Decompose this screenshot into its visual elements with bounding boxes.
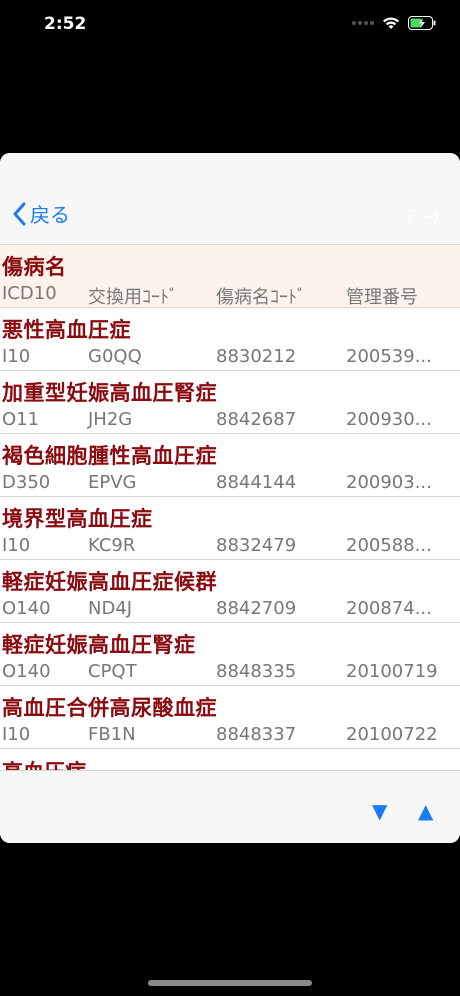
disease-name: 軽症妊娠高血圧症候群 bbox=[2, 570, 217, 594]
icd10-code: O140 bbox=[2, 661, 51, 682]
header-col-disease-code: 傷病名ｺｰﾄﾞ bbox=[216, 287, 306, 308]
icd10-code: I10 bbox=[2, 346, 31, 367]
back-button-label: 戻る bbox=[30, 203, 70, 227]
disease-code: 8830212 bbox=[216, 346, 297, 367]
disease-code: 8848337 bbox=[216, 724, 297, 745]
disease-name: 境界型高血圧症 bbox=[2, 507, 153, 531]
disease-code: 8844144 bbox=[216, 472, 297, 493]
nav-right-button[interactable]: ﾃﾞｰﾀ bbox=[406, 203, 440, 228]
disease-code: 8848335 bbox=[216, 661, 297, 682]
list-item[interactable]: 境界型高血圧症 I10 KC9R 8832479 200588... bbox=[0, 497, 460, 560]
exchange-code: KC9R bbox=[88, 535, 136, 556]
list-item[interactable]: 悪性高血圧症 I10 G0QQ 8830212 200539... bbox=[0, 308, 460, 371]
header-title: 傷病名 bbox=[2, 255, 67, 279]
disease-code: 8842687 bbox=[216, 409, 297, 430]
disease-name: 高血圧合併高尿酸血症 bbox=[2, 696, 217, 720]
list-item[interactable]: 褐色細胞腫性高血圧症 D350 EPVG 8844144 200903... bbox=[0, 434, 460, 497]
exchange-code: G0QQ bbox=[88, 346, 142, 367]
icd10-code: O140 bbox=[2, 598, 51, 619]
wifi-icon bbox=[383, 17, 399, 29]
bottom-toolbar: ▼ ▲ bbox=[0, 770, 460, 843]
header-col-management-no: 管理番号 bbox=[346, 287, 418, 308]
status-bar: 2:52 bbox=[0, 0, 460, 54]
status-icons bbox=[352, 16, 436, 30]
exchange-code: CPQT bbox=[88, 661, 137, 682]
exchange-code: JH2G bbox=[88, 409, 133, 430]
exchange-code: EPVG bbox=[88, 472, 137, 493]
list-item[interactable]: 加重型妊娠高血圧腎症 O11 JH2G 8842687 200930... bbox=[0, 371, 460, 434]
header-col-exchange-code: 交換用ｺｰﾄﾞ bbox=[88, 287, 178, 308]
disease-code: 8842709 bbox=[216, 598, 297, 619]
navigation-bar: 戻る ﾃﾞｰﾀ bbox=[0, 153, 460, 245]
signal-icon bbox=[352, 21, 374, 25]
list-item[interactable]: 高血圧合併高尿酸血症 I10 FB1N 8848337 20100722 bbox=[0, 686, 460, 749]
scroll-down-button[interactable]: ▼ bbox=[372, 799, 387, 823]
management-no: 200874... bbox=[346, 598, 432, 619]
disease-name: 加重型妊娠高血圧腎症 bbox=[2, 381, 217, 405]
status-time: 2:52 bbox=[44, 14, 87, 34]
management-no: 200903... bbox=[346, 472, 432, 493]
management-no: 20100719 bbox=[346, 661, 438, 682]
disease-name: 軽症妊娠高血圧腎症 bbox=[2, 633, 196, 657]
back-button[interactable]: 戻る bbox=[12, 199, 70, 228]
header-col-icd10: ICD10 bbox=[2, 283, 57, 304]
list-item[interactable]: 軽症妊娠高血圧腎症 O140 CPQT 8848335 20100719 bbox=[0, 623, 460, 686]
disease-code: 8832479 bbox=[216, 535, 297, 556]
icd10-code: D350 bbox=[2, 472, 51, 493]
management-no: 200930... bbox=[346, 409, 432, 430]
battery-icon bbox=[408, 16, 436, 30]
icd10-code: I10 bbox=[2, 535, 31, 556]
exchange-code: ND4J bbox=[88, 598, 133, 619]
management-no: 20100722 bbox=[346, 724, 438, 745]
list-item[interactable]: 軽症妊娠高血圧症候群 O140 ND4J 8842709 200874... bbox=[0, 560, 460, 623]
icd10-code: I10 bbox=[2, 724, 31, 745]
home-indicator bbox=[148, 980, 312, 986]
disease-list: 傷病名 ICD10 交換用ｺｰﾄﾞ 傷病名ｺｰﾄﾞ 管理番号 悪性高血圧症 I1… bbox=[0, 245, 460, 749]
partial-list-item-title[interactable]: 高血圧症 bbox=[2, 756, 86, 770]
scroll-up-button[interactable]: ▲ bbox=[418, 799, 433, 823]
management-no: 200539... bbox=[346, 346, 432, 367]
management-no: 200588... bbox=[346, 535, 432, 556]
chevron-left-icon bbox=[13, 202, 26, 225]
list-header-row: 傷病名 ICD10 交換用ｺｰﾄﾞ 傷病名ｺｰﾄﾞ 管理番号 bbox=[0, 245, 460, 308]
exchange-code: FB1N bbox=[88, 724, 136, 745]
disease-name: 褐色細胞腫性高血圧症 bbox=[2, 444, 217, 468]
modal-sheet: 戻る ﾃﾞｰﾀ 傷病名 ICD10 交換用ｺｰﾄﾞ 傷病名ｺｰﾄﾞ 管理番号 悪… bbox=[0, 153, 460, 843]
disease-name: 悪性高血圧症 bbox=[2, 318, 131, 342]
icd10-code: O11 bbox=[2, 409, 40, 430]
